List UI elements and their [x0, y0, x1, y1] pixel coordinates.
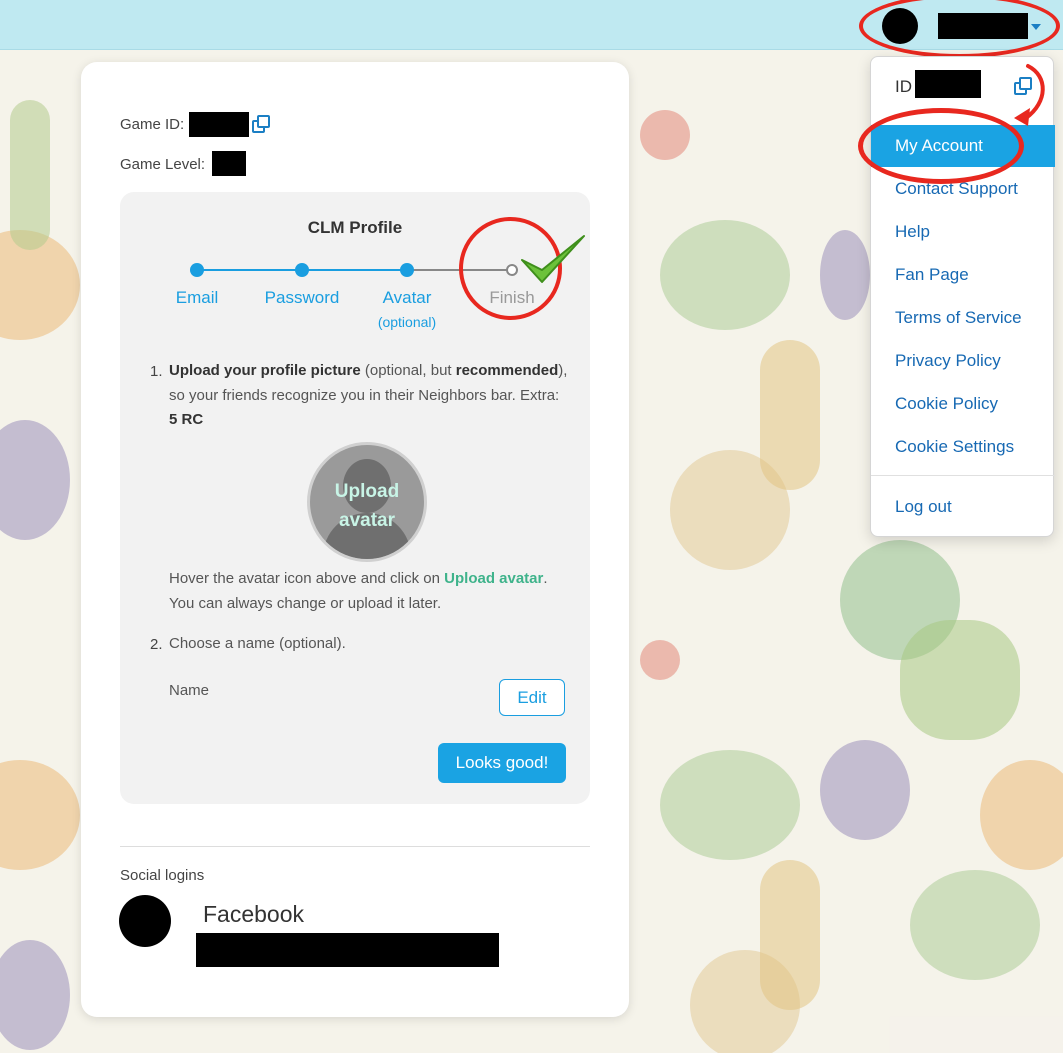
account-dropdown-menu: ID My Account Contact Support Help Fan P…: [870, 56, 1055, 537]
facebook-avatar: [119, 895, 171, 947]
user-avatar[interactable]: [882, 8, 918, 44]
game-level-redacted: [212, 151, 246, 176]
checkmark-icon: [521, 235, 585, 283]
menu-item-contact-support[interactable]: Contact Support: [871, 168, 1055, 210]
step-dot-password: [295, 263, 309, 277]
step1-number: 1.: [150, 363, 163, 380]
menu-item-cookie-settings[interactable]: Cookie Settings: [871, 426, 1055, 468]
menu-id-label: ID: [895, 77, 912, 96]
copy-icon[interactable]: [252, 115, 270, 133]
name-label: Name: [169, 682, 210, 699]
top-bar: [0, 0, 1063, 50]
menu-item-help[interactable]: Help: [871, 211, 1055, 253]
step2-number: 2.: [150, 636, 163, 653]
menu-divider: [871, 475, 1055, 476]
social-logins-title: Social logins: [120, 867, 205, 884]
menu-item-terms-of-service[interactable]: Terms of Service: [871, 297, 1055, 339]
facebook-label: Facebook: [203, 901, 305, 927]
step-dot-avatar: [400, 263, 414, 277]
user-name-redacted[interactable]: [938, 13, 1028, 39]
profile-card: Game ID: Game Level: CLM Profile Email P…: [81, 62, 629, 1017]
caret-down-icon[interactable]: [1031, 24, 1041, 30]
menu-item-log-out[interactable]: Log out: [871, 486, 1055, 528]
step-password[interactable]: Password: [252, 288, 352, 308]
step-dot-email: [190, 263, 204, 277]
upload-avatar-link[interactable]: Upload avatar: [444, 570, 543, 587]
game-id-redacted: [189, 112, 249, 137]
menu-item-my-account[interactable]: My Account: [871, 125, 1055, 167]
upload-avatar-button[interactable]: Upload avatar: [307, 442, 427, 562]
step-avatar-optional: (optional): [377, 314, 437, 330]
menu-id-redacted: [915, 70, 981, 98]
progress-line-pending: [407, 269, 512, 271]
copy-icon[interactable]: [1014, 77, 1032, 95]
step-avatar[interactable]: Avatar: [357, 288, 457, 308]
game-id-label: Game ID:: [120, 116, 185, 133]
step2-instructions: Choose a name (optional).: [169, 635, 346, 652]
facebook-account-redacted: [196, 933, 499, 967]
step-dot-finish: [506, 264, 518, 276]
edit-name-button[interactable]: Edit: [499, 679, 565, 716]
clm-profile-panel: CLM Profile Email Password Avatar (optio…: [120, 192, 590, 804]
menu-item-fan-page[interactable]: Fan Page: [871, 254, 1055, 296]
upload-avatar-label: Upload avatar: [334, 481, 400, 531]
menu-item-cookie-policy[interactable]: Cookie Policy: [871, 383, 1055, 425]
section-divider: [120, 846, 590, 847]
looks-good-button[interactable]: Looks good!: [438, 743, 566, 783]
menu-item-privacy-policy[interactable]: Privacy Policy: [871, 340, 1055, 382]
step-finish: Finish: [489, 288, 535, 307]
step-email[interactable]: Email: [147, 288, 247, 308]
game-level-label: Game Level:: [120, 156, 206, 173]
upload-hint: Hover the avatar icon above and click on…: [169, 570, 548, 612]
step1-instructions: Upload your profile picture (optional, b…: [169, 362, 568, 428]
